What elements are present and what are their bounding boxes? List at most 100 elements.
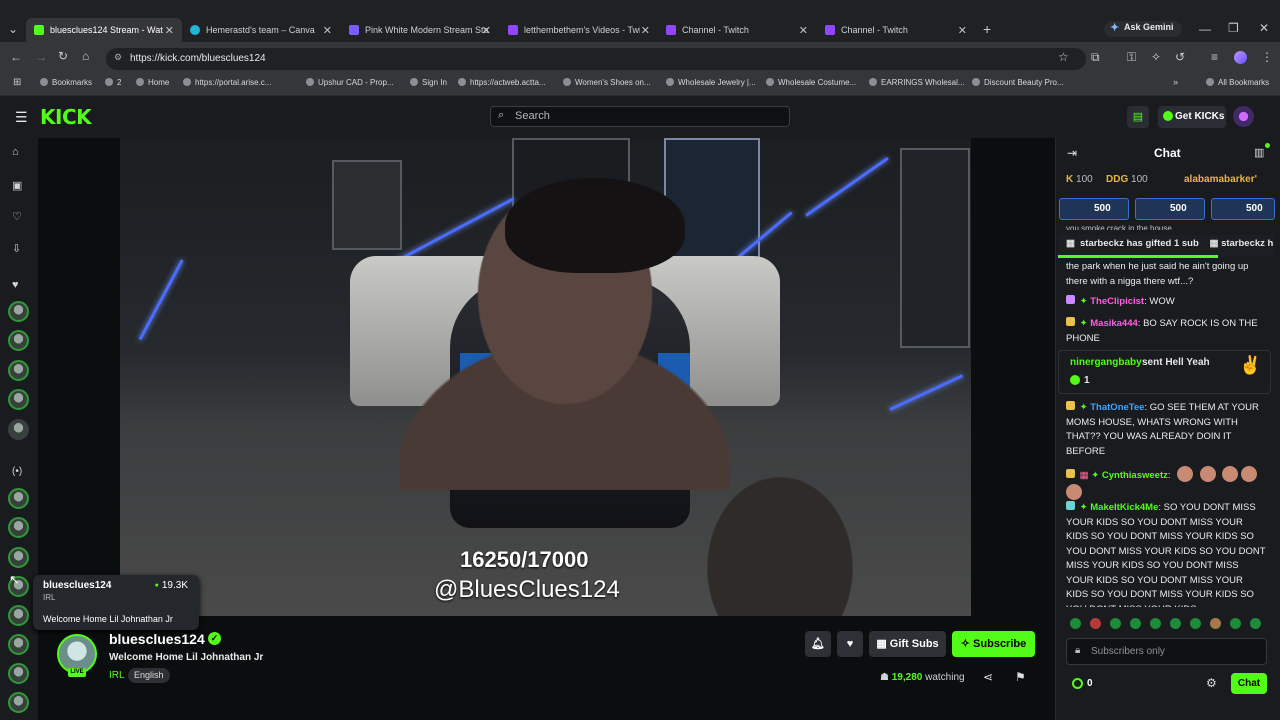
emote-icon[interactable] [1090,618,1101,629]
emote-icon[interactable] [1110,618,1121,629]
more-menu-icon[interactable]: ⋮ [1261,50,1273,64]
followed-channel-avatar[interactable] [8,301,29,322]
emote-icon[interactable] [1130,618,1141,629]
profile-avatar[interactable] [1234,51,1247,64]
menu-icon[interactable]: ☰ [15,109,28,126]
bookmark-item[interactable]: Wholesale Costume... [766,78,856,87]
bookmark-item[interactable]: Upshur CAD - Prop... [306,78,394,87]
chat-stats-icon[interactable]: ▥ [1254,146,1264,159]
chat-input[interactable]: 🔒︎ Subscribers only [1066,638,1267,665]
report-icon[interactable]: ⚑ [1015,670,1026,684]
browse-icon[interactable]: ▣ [12,179,22,192]
tab-twitch-videos[interactable]: letthembethem's Videos - Twitc ✕ [508,18,658,42]
emote-icon[interactable] [1210,618,1221,629]
tab-canva[interactable]: Hemerastd's team – Canva ✕ [190,18,340,42]
emote-icon[interactable] [1190,618,1201,629]
bookmark-item[interactable]: Sign In [410,78,447,87]
home-icon[interactable]: ⌂ [12,146,19,158]
pinned-gift[interactable]: 500 [1135,198,1205,220]
close-tab-icon[interactable]: ✕ [958,24,967,37]
tab-kick[interactable]: bluesclues124 Stream - Wat ✕ [26,18,182,42]
tab-twitch-channel-2[interactable]: Channel - Twitch ✕ [825,18,975,42]
new-tab-icon[interactable]: + [983,21,991,37]
close-tab-icon[interactable]: ✕ [323,24,332,37]
all-bookmarks[interactable]: All Bookmarks [1206,78,1269,87]
message-username[interactable]: Cynthiasweetz [1102,470,1168,481]
message-username[interactable]: Masika444 [1090,318,1138,329]
get-kicks-button[interactable]: Get KICKs [1158,106,1226,128]
recommended-channel-avatar[interactable] [8,488,29,509]
gift-subs-button[interactable]: ▦ Gift Subs [869,631,946,657]
recommended-channel-avatar[interactable] [8,692,29,713]
bookmark-item[interactable]: Women's Shoes on... [563,78,651,87]
tab-twitch-channel-1[interactable]: Channel - Twitch ✕ [666,18,816,42]
subscribe-button[interactable]: ✧ Subscribe [952,631,1035,657]
back-icon[interactable]: ← [10,50,22,64]
close-tab-icon[interactable]: ✕ [165,24,174,37]
reload-icon[interactable]: ↻ [58,49,68,63]
follow-button[interactable]: ♥ [837,631,863,657]
chat-settings-gear-icon[interactable]: ⚙ [1206,676,1217,690]
bookmark-star-icon[interactable]: ☆ [1058,50,1069,64]
bookmark-item[interactable]: Bookmarks [40,78,92,87]
followed-channel-avatar[interactable] [8,419,29,440]
close-tab-icon[interactable]: ✕ [482,24,491,37]
bookmark-item[interactable]: 2 [105,78,121,87]
message-username[interactable]: ThatOneTee [1090,402,1144,413]
maximize-icon[interactable]: ❐ [1228,21,1239,35]
clips-icon[interactable]: ⇩ [12,242,21,255]
bookmark-item[interactable]: https://portal.arise.c... [183,78,271,87]
message-username[interactable]: MakeItKick4Me [1090,502,1158,513]
gift-event-user[interactable]: ninergangbaby [1070,357,1142,368]
close-tab-icon[interactable]: ✕ [641,24,650,37]
reading-list-icon[interactable]: ≡ [1211,50,1218,64]
emote-icon[interactable] [1230,618,1241,629]
url-field[interactable]: ⚙ https://kick.com/bluesclues124 [106,48,1086,70]
tab-search-icon[interactable]: ⌄ [8,22,18,36]
minimize-icon[interactable]: — [1199,22,1211,36]
close-tab-icon[interactable]: ✕ [799,24,808,37]
language-tag[interactable]: English [128,668,170,683]
emote-icon[interactable] [1150,618,1161,629]
followed-channel-avatar[interactable] [8,360,29,381]
recommended-channel-avatar[interactable] [8,663,29,684]
bookmarks-overflow-icon[interactable]: » [1173,77,1178,87]
bookmark-item[interactable]: Home [136,78,169,87]
history-icon[interactable]: ↺ [1175,50,1185,64]
pinned-gift[interactable]: 500 [1059,198,1129,220]
emote-icon[interactable] [1170,618,1181,629]
emote-icon[interactable] [1070,618,1081,629]
recommended-channel-avatar[interactable] [8,547,29,568]
bookmark-item[interactable]: Wholesale Jewelry |... [666,78,756,87]
followed-channel-avatar[interactable] [8,330,29,351]
forward-icon[interactable]: → [35,50,47,64]
bookmark-item[interactable]: https://actweb.actta... [458,78,546,87]
notification-bell-button[interactable]: 🔔︎ [805,631,831,657]
search-input[interactable]: ⌕ Search [490,106,790,127]
extensions-icon[interactable]: ⧉ [1091,50,1100,65]
ask-gemini-button[interactable]: ✦ Ask Gemini [1104,21,1182,37]
category-link[interactable]: IRL [109,670,125,681]
apps-grid-icon[interactable]: ⊞ [13,77,21,88]
recommended-channel-avatar[interactable] [8,517,29,538]
home-icon[interactable]: ⌂ [82,49,89,63]
share-icon[interactable]: ⋖ [983,670,993,684]
message-username[interactable]: TheClipicist [1090,296,1144,307]
extension-icon[interactable]: ✧ [1151,50,1161,64]
following-icon[interactable]: ♡ [12,210,22,223]
kick-logo[interactable]: KICK [40,105,92,129]
recommended-channel-avatar[interactable] [8,605,29,626]
pinned-gift[interactable]: 500 [1211,198,1275,220]
bookmark-item[interactable]: Discount Beauty Pro... [972,78,1064,87]
site-info-icon[interactable]: ⚙ [114,52,122,63]
password-icon[interactable]: ⚿ [1127,50,1136,65]
user-avatar[interactable] [1233,106,1254,127]
recommended-channel-avatar[interactable] [8,634,29,655]
collapse-chat-icon[interactable]: ⇥ [1067,146,1077,160]
bookmark-item[interactable]: EARRINGS Wholesal... [869,78,965,87]
emote-icon[interactable] [1250,618,1261,629]
wallet-icon[interactable]: ▤ [1127,106,1149,128]
followed-channel-avatar[interactable] [8,389,29,410]
close-window-icon[interactable]: ✕ [1259,21,1269,35]
chat-send-button[interactable]: Chat [1231,673,1267,694]
